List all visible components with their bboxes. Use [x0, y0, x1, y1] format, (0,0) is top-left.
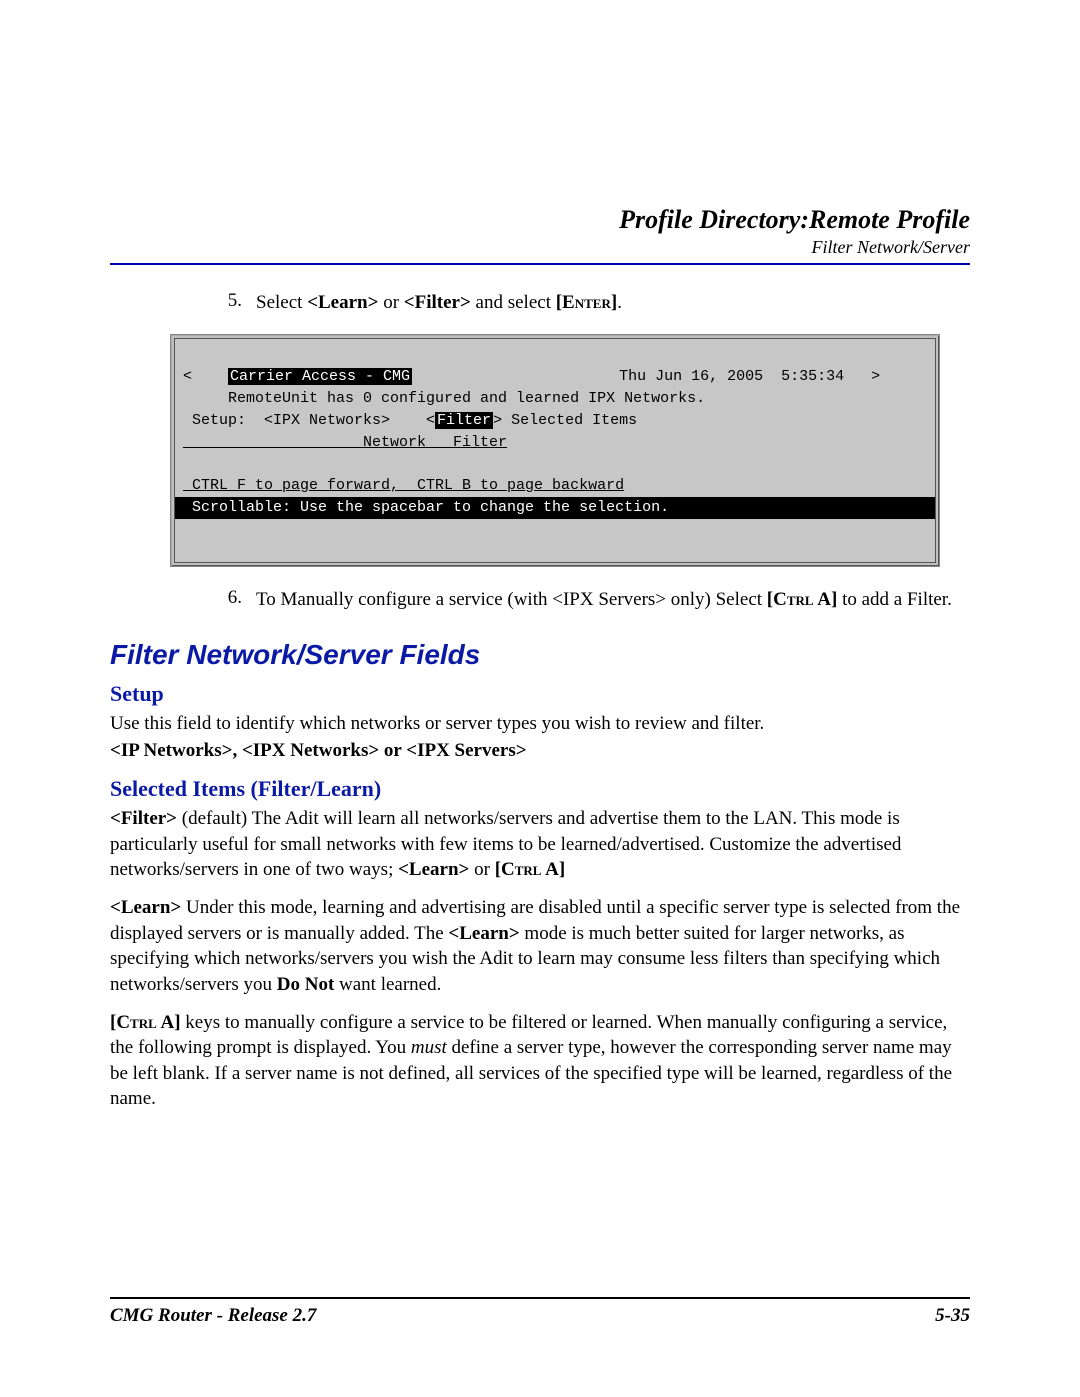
selected-heading: Selected Items (Filter/Learn): [110, 776, 970, 802]
token-learn: <Learn>: [110, 897, 181, 918]
term-datetime: Thu Jun 16, 2005 5:35:34 >: [619, 368, 880, 385]
footer-row: CMG Router - Release 2.7 5-35: [110, 1305, 970, 1327]
token-learn: <Learn>: [307, 292, 378, 313]
term-columns: Network Filter: [183, 434, 507, 451]
header-rule: [110, 263, 970, 265]
page-header: Profile Directory:Remote Profile Filter …: [619, 205, 970, 258]
token-filter: <Filter>: [404, 292, 471, 313]
token-filter: <Filter>: [110, 808, 177, 829]
step-body: Select <Learn> or <Filter> and select [E…: [256, 290, 970, 316]
text: .: [617, 292, 622, 313]
key-enter: [Enter]: [556, 292, 617, 313]
step-number: 6.: [200, 587, 256, 613]
token-donot: Do Not: [277, 974, 335, 995]
text: and select: [471, 292, 556, 313]
token-learn: <Learn>: [398, 859, 469, 880]
term-selection: Filter: [435, 412, 493, 429]
key-ctrl-a: [Ctrl A]: [495, 859, 566, 880]
text: To Manually configure a service (with <I…: [256, 589, 767, 610]
step-number: 5.: [200, 290, 256, 316]
footer-left: CMG Router - Release 2.7: [110, 1305, 316, 1327]
term-line-3: Setup: <IPX Networks> <Filter> Selected …: [183, 412, 637, 429]
key-ctrl-a: [Ctrl A]: [767, 589, 838, 610]
footer-right: 5-35: [935, 1305, 970, 1327]
header-subtitle: Filter Network/Server: [619, 237, 970, 258]
text: want learned.: [334, 974, 441, 995]
setup-heading: Setup: [110, 681, 970, 707]
term-line-4: Network Filter: [183, 434, 507, 451]
page-footer: CMG Router - Release 2.7 5-35: [110, 1297, 970, 1327]
step-6: 6. To Manually configure a service (with…: [200, 587, 970, 613]
header-title: Profile Directory:Remote Profile: [619, 205, 970, 235]
setup-options: <IP Networks>, <IPX Networks> or <IPX Se…: [110, 740, 527, 761]
term-title: Carrier Access - CMG: [228, 368, 412, 385]
ctrl-a-paragraph: [Ctrl A] keys to manually configure a se…: [110, 1010, 970, 1113]
text: Select: [256, 292, 307, 313]
terminal-screenshot: < Carrier Access - CMG Thu Jun 16, 2005 …: [170, 334, 940, 568]
learn-paragraph: <Learn> Under this mode, learning and ad…: [110, 895, 970, 998]
page: Profile Directory:Remote Profile Filter …: [0, 0, 1080, 1397]
token-learn: <Learn>: [448, 923, 519, 944]
token-must: must: [411, 1037, 447, 1058]
text: > Selected Items: [493, 412, 637, 429]
filter-paragraph: <Filter> (default) The Adit will learn a…: [110, 806, 970, 883]
section-heading: Filter Network/Server Fields: [110, 639, 970, 671]
term-line-2: RemoteUnit has 0 configured and learned …: [183, 390, 705, 407]
text: to add a Filter.: [837, 589, 952, 610]
term-statusline: Scrollable: Use the spacebar to change t…: [175, 497, 935, 519]
step-list: 5. Select <Learn> or <Filter> and select…: [200, 290, 970, 316]
step-body: To Manually configure a service (with <I…: [256, 587, 970, 613]
term-blank: [183, 455, 192, 472]
content: 5. Select <Learn> or <Filter> and select…: [200, 290, 970, 1112]
text: or: [469, 859, 494, 880]
term-line-5: CTRL F to page forward, CTRL B to page b…: [183, 477, 624, 494]
text: <: [183, 368, 192, 385]
term-line-1: < Carrier Access - CMG Thu Jun 16, 2005 …: [183, 368, 880, 385]
step-5: 5. Select <Learn> or <Filter> and select…: [200, 290, 970, 316]
step-list-2: 6. To Manually configure a service (with…: [200, 587, 970, 613]
footer-rule: [110, 1297, 970, 1299]
setup-p1: Use this field to identify which network…: [110, 711, 970, 737]
terminal: < Carrier Access - CMG Thu Jun 16, 2005 …: [174, 338, 936, 564]
key-ctrl-a: [Ctrl A]: [110, 1012, 181, 1033]
setup-p2: <IP Networks>, <IPX Networks> or <IPX Se…: [110, 738, 970, 764]
text: Setup: <IPX Networks> <: [183, 412, 435, 429]
text: or: [378, 292, 403, 313]
